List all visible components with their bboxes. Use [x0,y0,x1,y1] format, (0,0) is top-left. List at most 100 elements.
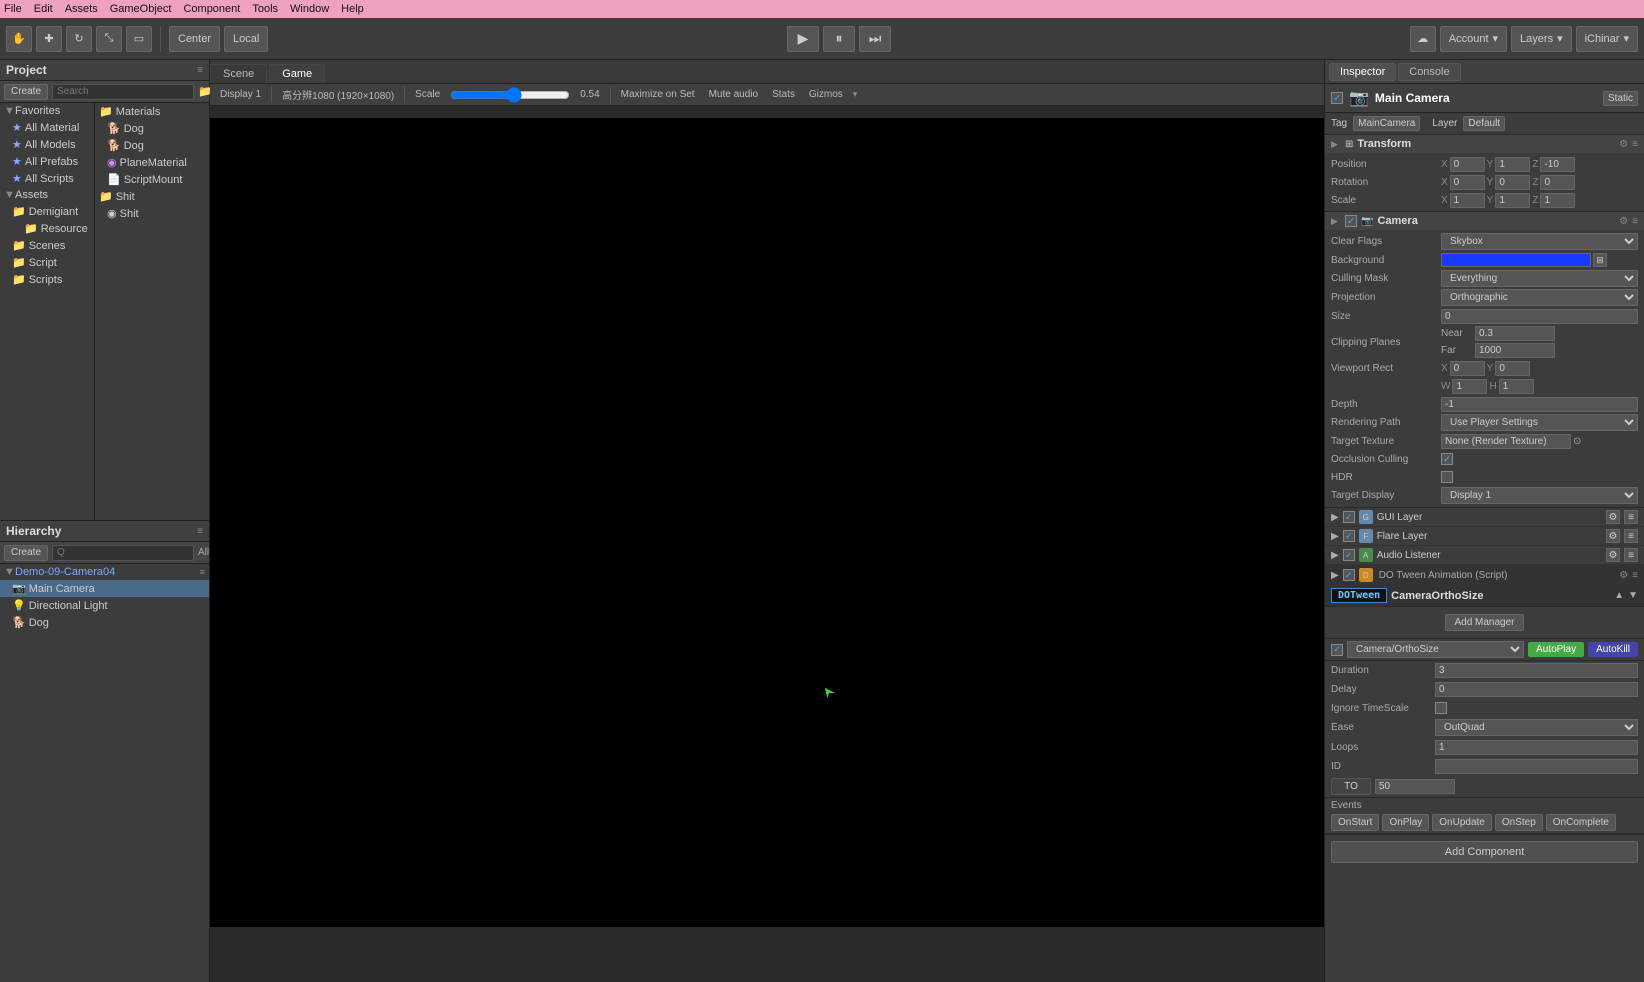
menu-file[interactable]: File [4,3,22,15]
resolution-selector[interactable]: 高分辨1080 (1920×1080) [278,86,398,103]
far-input[interactable] [1475,343,1555,358]
autoplay-btn[interactable]: AutoPlay [1528,642,1584,657]
hand-tool-btn[interactable]: ✋ [6,26,32,52]
oncomplete-btn[interactable]: OnComplete [1546,814,1616,831]
stats-btn[interactable]: Stats [768,88,799,101]
target-display-dropdown[interactable]: Display 1 [1441,487,1638,504]
rect-tool-btn[interactable]: ▭ [126,26,152,52]
scene-tab[interactable]: Scene [210,64,267,83]
scene-menu-icon[interactable]: ≡ [200,567,205,577]
project-search-input[interactable] [52,84,194,100]
plane-material-item[interactable]: ◉ PlaneMaterial [95,154,209,171]
dog-item-1[interactable]: 🐕 Dog [95,120,209,137]
scenes-item[interactable]: 📁 Scenes [0,237,94,254]
dotween-checkbox[interactable] [1343,569,1355,581]
delay-input[interactable] [1435,682,1638,697]
dotween-menu-icon[interactable]: ▼ [1628,590,1638,601]
pivot-btn[interactable]: Center [169,26,220,52]
onplay-btn[interactable]: OnPlay [1382,814,1429,831]
transform-menu-icon[interactable]: ≡ [1632,139,1638,150]
vp-y-input[interactable] [1495,361,1530,376]
rotate-tool-btn[interactable]: ↻ [66,26,92,52]
tab-console[interactable]: Console [1398,63,1460,81]
vp-w-input[interactable] [1452,379,1487,394]
static-badge[interactable]: Static [1603,91,1638,106]
flare-layer-checkbox[interactable] [1343,530,1355,542]
dotween-prop-checkbox[interactable] [1331,644,1343,656]
scale-tool-btn[interactable]: ⤡ [96,26,122,52]
project-collapse-icon[interactable]: ≡ [197,65,203,76]
rendering-path-dropdown[interactable]: Use Player Settings [1441,414,1638,431]
gui-layer-collapse[interactable]: ▶ [1331,512,1339,523]
gui-layer-menu-btn[interactable]: ≡ [1624,510,1638,524]
scripts-item[interactable]: 📁 Scripts [0,271,94,288]
audio-listener-collapse[interactable]: ▶ [1331,550,1339,561]
background-color-swatch[interactable] [1441,253,1591,267]
project-create-btn[interactable]: Create [4,84,48,100]
scene-root-item[interactable]: ▼ Demo-09-Camera04 ≡ [0,564,209,580]
pos-z-input[interactable] [1540,157,1575,172]
autokill-btn[interactable]: AutoKill [1588,642,1638,657]
camera-menu-icon[interactable]: ≡ [1632,216,1638,227]
pos-x-input[interactable] [1450,157,1485,172]
hierarchy-search-input[interactable] [52,545,194,561]
target-texture-input[interactable] [1441,434,1571,449]
onstep-btn[interactable]: OnStep [1495,814,1543,831]
scriptmount-item[interactable]: 📄 ScriptMount [95,171,209,188]
dotween-expand-btn[interactable]: ▲ [1614,590,1624,601]
play-btn[interactable]: ▶ [787,26,819,52]
hierarchy-create-btn[interactable]: Create [4,545,48,561]
scale-slider[interactable] [450,89,570,101]
materials-folder[interactable]: 📁 Materials [95,103,209,120]
near-input[interactable] [1475,326,1555,341]
scale-z-input[interactable] [1540,193,1575,208]
menu-help[interactable]: Help [341,3,364,15]
all-scripts-item[interactable]: ★ All Scripts [0,170,94,187]
dotween-collapse[interactable]: ▶ [1331,570,1339,581]
projection-dropdown[interactable]: Orthographic [1441,289,1638,306]
pos-y-input[interactable] [1495,157,1530,172]
ignore-timescale-checkbox[interactable] [1435,702,1447,714]
menu-gameobject[interactable]: GameObject [110,3,172,15]
script-item[interactable]: 📁 Script [0,254,94,271]
dotween-settings-btn[interactable]: ⚙ [1619,570,1628,581]
id-input[interactable] [1435,759,1638,774]
vp-h-input[interactable] [1499,379,1534,394]
dotween-prop-selector[interactable]: Camera/OrthoSize [1347,641,1524,658]
demigiant-item[interactable]: 📁 Demigiant [0,203,94,220]
rot-x-input[interactable] [1450,175,1485,190]
flare-layer-collapse[interactable]: ▶ [1331,531,1339,542]
menu-tools[interactable]: Tools [252,3,278,15]
camera-header[interactable]: ▶ 📷 Camera ⚙ ≡ [1325,212,1644,230]
rot-y-input[interactable] [1495,175,1530,190]
to-value-input[interactable] [1375,779,1455,794]
add-manager-btn[interactable]: Add Manager [1445,614,1523,631]
audio-listener-checkbox[interactable] [1343,549,1355,561]
scale-y-input[interactable] [1495,193,1530,208]
transform-settings-icon[interactable]: ⚙ [1619,139,1628,150]
layer-dropdown[interactable]: Default [1463,116,1505,131]
flare-layer-menu-btn[interactable]: ≡ [1624,529,1638,543]
layout-btn[interactable]: iChinar▾ [1576,26,1638,52]
tab-inspector[interactable]: Inspector [1329,63,1396,81]
ease-dropdown[interactable]: OutQuad [1435,719,1638,736]
gui-layer-settings-btn[interactable]: ⚙ [1606,510,1620,524]
onstart-btn[interactable]: OnStart [1331,814,1379,831]
main-camera-item[interactable]: 📷 Main Camera [0,580,209,597]
to-btn[interactable]: TO [1331,778,1371,795]
game-viewport[interactable] [210,106,1324,982]
space-btn[interactable]: Local [224,26,268,52]
culling-mask-dropdown[interactable]: Everything [1441,270,1638,287]
all-models-item[interactable]: ★ All Models [0,136,94,153]
duration-input[interactable] [1435,663,1638,678]
all-prefabs-item[interactable]: ★ All Prefabs [0,153,94,170]
dog-hierarchy-item[interactable]: 🐕 Dog [0,614,209,631]
transform-header[interactable]: ▶ ⊞ Transform ⚙ ≡ [1325,135,1644,153]
menu-window[interactable]: Window [290,3,329,15]
tag-dropdown[interactable]: MainCamera [1353,116,1420,131]
pause-btn[interactable]: ⏸ [823,26,855,52]
directional-light-item[interactable]: 💡 Directional Light [0,597,209,614]
shit-item[interactable]: ◉ Shit [95,205,209,222]
onupdate-btn[interactable]: OnUpdate [1432,814,1492,831]
dog-item-2[interactable]: 🐕 Dog [95,137,209,154]
